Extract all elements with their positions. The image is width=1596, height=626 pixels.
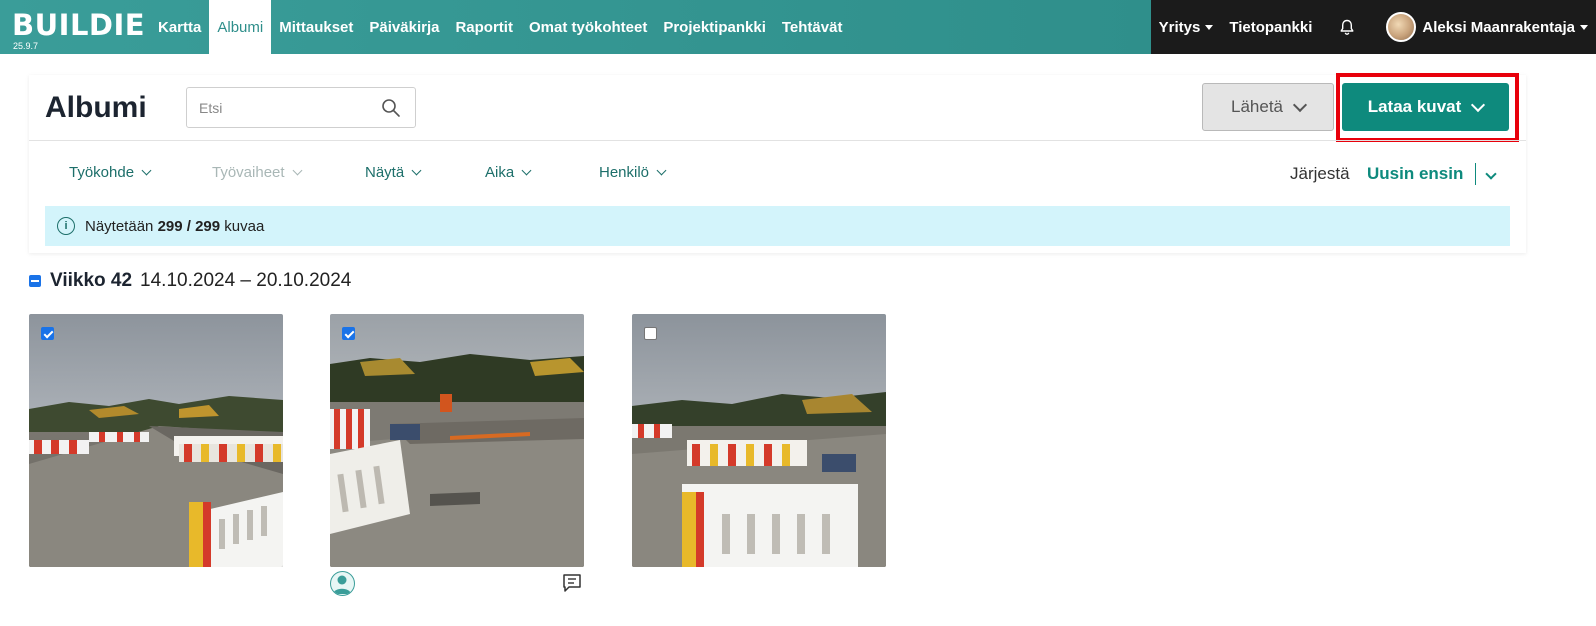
logo-text: BUILDIE xyxy=(12,8,146,42)
user-nav: Yritys Tietopankki Aleksi Maanrakentaja xyxy=(1150,0,1596,54)
filter-label: Työkohde xyxy=(69,164,135,181)
page-title: Albumi xyxy=(45,91,147,124)
filter-label: Näytä xyxy=(365,164,405,181)
filter-tyovaiheet: Työvaiheet xyxy=(212,164,302,181)
caret-down-icon xyxy=(1205,24,1214,30)
nav-item-raportit[interactable]: Raportit xyxy=(447,0,521,54)
album-header-card: Albumi Lähetä Lataa kuvat Työkohde Työva… xyxy=(29,73,1526,253)
week-name: Viikko 42 xyxy=(50,270,133,291)
info-prefix: Näytetään xyxy=(85,217,154,235)
collapse-week-toggle[interactable] xyxy=(29,275,41,287)
info-icon: i xyxy=(57,217,75,235)
chevron-down-icon xyxy=(1292,97,1308,112)
nav-item-omat-tyokohteet[interactable]: Omat työkohteet xyxy=(521,0,655,54)
chevron-down-icon xyxy=(1471,97,1486,112)
filter-henkilo[interactable]: Henkilö xyxy=(599,164,667,181)
company-menu-label: Yritys xyxy=(1158,18,1201,36)
user-name: Aleksi Maanrakentaja xyxy=(1422,18,1575,36)
app-version: 25.9.7 xyxy=(13,41,39,51)
info-count: 299 / 299 xyxy=(157,217,221,235)
sort-order-button[interactable]: Uusin ensin xyxy=(1367,164,1463,184)
info-bar: i Näytetään 299 / 299 kuvaa xyxy=(45,206,1510,246)
nav-item-mittaukset[interactable]: Mittaukset xyxy=(271,0,361,54)
filter-label: Aika xyxy=(485,164,515,181)
main-nav: BUILDIE 25.9.7 Kartta Albumi Mittaukset … xyxy=(0,0,1151,54)
photo-author-avatar[interactable] xyxy=(330,571,355,596)
filter-nayta[interactable]: Näytä xyxy=(365,164,422,181)
photo-thumbnail[interactable] xyxy=(330,314,584,567)
construction-photo xyxy=(330,314,584,567)
nav-item-paivakirja[interactable]: Päiväkirja xyxy=(361,0,447,54)
nav-item-kartta[interactable]: Kartta xyxy=(150,0,209,54)
photo-checkbox[interactable] xyxy=(644,327,657,340)
bell-icon xyxy=(1340,19,1354,35)
chevron-down-icon xyxy=(411,165,422,176)
search-box[interactable] xyxy=(186,87,416,128)
upload-button-label: Lataa kuvat xyxy=(1367,97,1462,116)
week-header: Viikko 42 14.10.2024 – 20.10.2024 xyxy=(29,270,351,292)
photo-comments-button[interactable] xyxy=(562,573,582,598)
nav-item-projektipankki[interactable]: Projektipankki xyxy=(655,0,774,54)
comment-icon xyxy=(563,574,581,592)
notifications-button[interactable] xyxy=(1332,0,1362,54)
photo-thumbnail[interactable] xyxy=(632,314,886,567)
user-icon xyxy=(333,575,351,594)
caret-down-icon xyxy=(1580,24,1588,30)
construction-photo xyxy=(632,314,886,567)
search-icon[interactable] xyxy=(381,98,401,118)
upload-images-button[interactable]: Lataa kuvat xyxy=(1342,83,1509,131)
photo-checkbox[interactable] xyxy=(41,327,54,340)
chevron-down-icon xyxy=(141,165,152,176)
company-menu[interactable]: Yritys xyxy=(1151,0,1222,54)
top-navigation: BUILDIE 25.9.7 Kartta Albumi Mittaukset … xyxy=(0,0,1596,54)
chevron-down-icon xyxy=(521,165,532,176)
search-input[interactable] xyxy=(199,98,369,118)
user-avatar[interactable] xyxy=(1386,12,1417,42)
sort-label: Järjestä xyxy=(1290,164,1350,183)
buildie-logo[interactable]: BUILDIE 25.9.7 xyxy=(0,0,150,54)
week-range: 14.10.2024 – 20.10.2024 xyxy=(140,270,352,291)
chevron-down-icon xyxy=(1485,168,1497,180)
filter-label: Työvaiheet xyxy=(212,164,285,181)
sort-dropdown-toggle[interactable] xyxy=(1485,165,1497,183)
info-suffix: kuvaa xyxy=(224,217,265,235)
photo-checkbox[interactable] xyxy=(342,327,355,340)
sort-separator xyxy=(1475,163,1476,185)
construction-photo xyxy=(29,314,283,567)
nav-item-albumi[interactable]: Albumi xyxy=(209,0,272,54)
photo-thumbnail[interactable] xyxy=(29,314,283,567)
filter-aika[interactable]: Aika xyxy=(485,164,532,181)
chevron-down-icon xyxy=(656,165,667,176)
user-menu[interactable]: Aleksi Maanrakentaja xyxy=(1422,0,1596,54)
filter-tyokohde[interactable]: Työkohde xyxy=(69,164,152,181)
chevron-down-icon xyxy=(292,165,302,176)
knowledge-base-link[interactable]: Tietopankki xyxy=(1221,0,1320,54)
send-button-label: Lähetä xyxy=(1231,97,1283,116)
header-divider xyxy=(29,140,1526,141)
nav-item-tehtavat[interactable]: Tehtävät xyxy=(774,0,851,54)
filter-label: Henkilö xyxy=(599,164,650,181)
send-button[interactable]: Lähetä xyxy=(1202,83,1334,131)
